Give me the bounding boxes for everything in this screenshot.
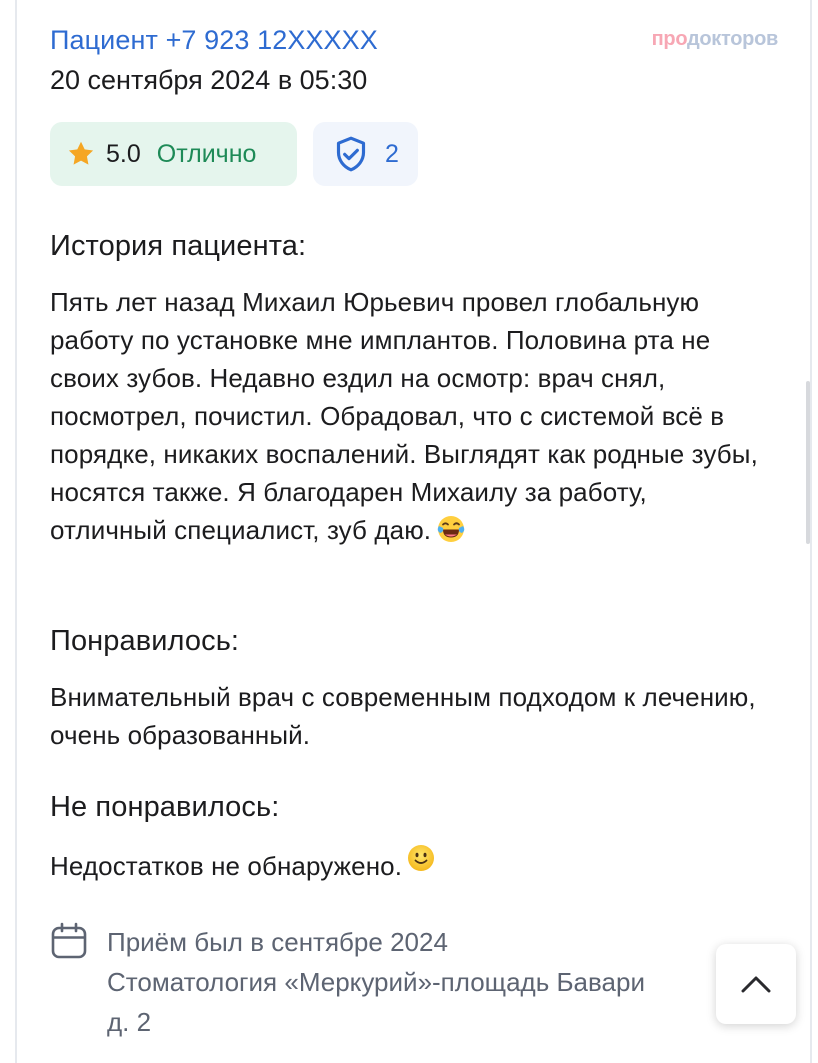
shield-check-icon [336,136,366,172]
rating-badge[interactable]: 5.0 Отлично [50,122,297,186]
star-icon [68,141,94,165]
visit-details: Приём был в сентябре 2024 Стоматология «… [107,922,727,1042]
disliked-body: Недостатков не обнаружено. [50,843,770,885]
badge-row: 5.0 Отлично 2 [50,122,418,186]
calendar-icon [51,922,87,959]
rating-score: 5.0 [106,139,141,168]
scroll-indicator[interactable] [806,381,810,544]
visit-date: Приём был в сентябре 2024 [107,927,448,957]
scroll-up-button[interactable] [716,944,796,1024]
visit-clinic[interactable]: Стоматология «Меркурий»-площадь Бавари [107,962,727,1002]
history-title: История пациента: [50,230,307,262]
history-text: Пять лет назад Михаил Юрьевич провел гло… [50,287,758,545]
disliked-title: Не понравилось: [50,791,280,823]
brand-logo: продокторов [651,28,779,50]
review-author[interactable]: Пациент +7 923 12XXXXX [50,24,378,56]
review-date: 20 сентября 2024 в 05:30 [50,65,368,95]
review-header: Пациент +7 923 12XXXXX продокторов [50,24,778,56]
chevron-up-icon [741,976,771,993]
laughing-tears-emoji [437,516,465,542]
rating-label: Отлично [156,139,257,168]
liked-title: Понравилось: [50,625,240,657]
liked-text: Внимательный врач с современным подходом… [50,682,756,750]
visit-address: д. 2 [107,1007,152,1037]
smile-emoji [408,845,435,871]
verification-count: 2 [385,139,399,168]
disliked-text: Недостатков не обнаружено. [50,851,403,881]
history-body: Пять лет назад Михаил Юрьевич провел гло… [50,283,770,549]
verification-badge[interactable]: 2 [313,122,418,186]
